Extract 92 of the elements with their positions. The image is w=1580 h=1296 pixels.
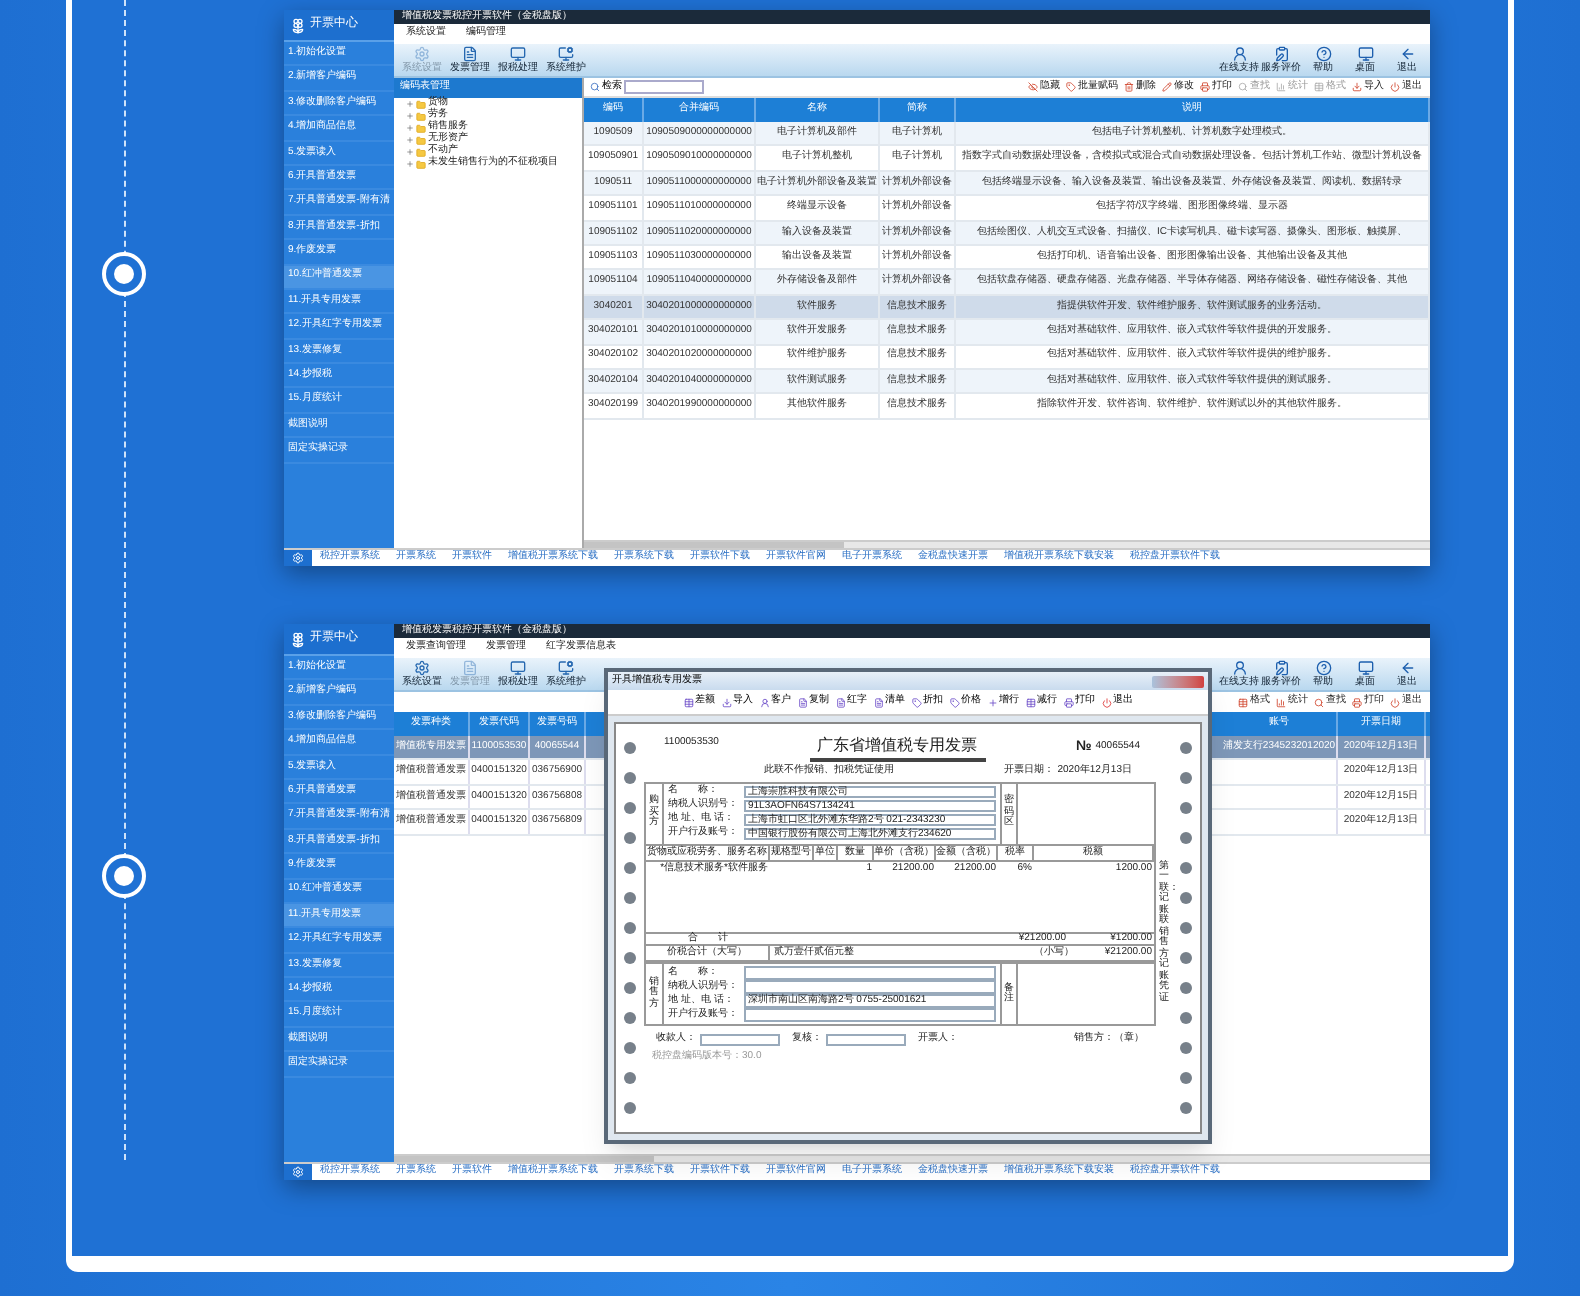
arrow-left-icon: [1399, 660, 1415, 676]
punch-hole-icon: [1180, 1072, 1192, 1085]
table-icon: [1314, 82, 1324, 92]
document-icon: [462, 46, 478, 62]
document-icon: [835, 697, 845, 707]
punch-hole-icon: [1180, 771, 1192, 784]
settings-icon[interactable]: [292, 1166, 304, 1178]
tag-icon: [949, 697, 959, 707]
monitor-icon: [510, 46, 526, 62]
logo-icon: [290, 17, 306, 33]
invoice-title: 广东省增值税专用发票: [809, 734, 986, 762]
gear-icon: [414, 660, 430, 676]
tag-icon: [1066, 82, 1076, 92]
person-icon: [759, 697, 769, 707]
table-icon: [683, 697, 693, 707]
person-icon: [1231, 660, 1247, 676]
punch-hole-icon: [624, 861, 636, 874]
input-field[interactable]: [700, 1033, 780, 1046]
punch-hole-icon: [1180, 1102, 1192, 1115]
punch-hole-icon: [624, 951, 636, 964]
plus-icon: [406, 148, 414, 156]
window-controls[interactable]: [1152, 675, 1204, 687]
document-icon: [797, 697, 807, 707]
bar-chart-icon: [1276, 697, 1286, 707]
monitor-icon: [1357, 660, 1373, 676]
plus-icon: [406, 124, 414, 132]
printer-icon: [1063, 697, 1073, 707]
trash-icon: [1124, 82, 1134, 92]
punch-hole-icon: [1180, 951, 1192, 964]
input-field[interactable]: [744, 980, 996, 994]
plus-icon: [406, 160, 414, 168]
person-icon: [1231, 46, 1247, 62]
input-field[interactable]: [744, 1008, 996, 1022]
punch-hole-icon: [624, 741, 636, 754]
plus-icon: [406, 136, 414, 144]
power-icon: [1101, 697, 1111, 707]
document-icon: [462, 660, 478, 676]
plus-icon: [987, 697, 997, 707]
punch-hole-icon: [624, 801, 636, 814]
punch-hole-icon: [1180, 831, 1192, 844]
punch-hole-icon: [624, 891, 636, 904]
punch-hole-icon: [1180, 982, 1192, 995]
punch-hole-icon: [1180, 861, 1192, 874]
punch-hole-icon: [624, 921, 636, 934]
download-icon: [721, 697, 731, 707]
clipboard-pen-icon: [1273, 660, 1289, 676]
bar-chart-icon: [1276, 82, 1286, 92]
printer-icon: [1352, 697, 1362, 707]
download-icon: [1352, 82, 1362, 92]
punch-hole-icon: [1180, 801, 1192, 814]
eye-off-icon: [1028, 82, 1038, 92]
search-field[interactable]: [624, 80, 704, 94]
help-icon: [1315, 660, 1331, 676]
punch-hole-icon: [1180, 891, 1192, 904]
timeline-marker-icon: [102, 854, 146, 898]
logo-icon: [290, 631, 306, 647]
monitor-gear-icon: [558, 46, 574, 62]
punch-hole-icon: [1180, 921, 1192, 934]
plus-icon: [406, 112, 414, 120]
input-field[interactable]: [826, 1033, 906, 1046]
search-icon: [590, 82, 600, 92]
printer-icon: [1200, 82, 1210, 92]
punch-hole-icon: [1180, 1012, 1192, 1025]
document-icon: [873, 697, 883, 707]
search-icon: [1238, 82, 1248, 92]
gear-icon: [414, 46, 430, 62]
power-icon: [1390, 82, 1400, 92]
punch-hole-icon: [624, 1042, 636, 1055]
input-field[interactable]: [744, 966, 996, 980]
punch-hole-icon: [1180, 741, 1192, 754]
plus-icon: [406, 100, 414, 108]
arrow-left-icon: [1399, 46, 1415, 62]
table-icon: [1025, 697, 1035, 707]
help-icon: [1315, 46, 1331, 62]
settings-icon[interactable]: [292, 552, 304, 564]
monitor-gear-icon: [558, 660, 574, 676]
punch-hole-icon: [624, 1012, 636, 1025]
punch-hole-icon: [624, 1072, 636, 1085]
monitor-icon: [1357, 46, 1373, 62]
pencil-icon: [1162, 82, 1172, 92]
search-icon: [1314, 697, 1324, 707]
punch-hole-icon: [624, 982, 636, 995]
timeline-marker-icon: [102, 252, 146, 296]
punch-hole-icon: [1180, 1042, 1192, 1055]
clipboard-pen-icon: [1273, 46, 1289, 62]
punch-hole-icon: [624, 1102, 636, 1115]
table-icon: [1238, 697, 1248, 707]
tag-icon: [911, 697, 921, 707]
punch-hole-icon: [624, 831, 636, 844]
monitor-icon: [510, 660, 526, 676]
punch-hole-icon: [624, 771, 636, 784]
power-icon: [1390, 697, 1400, 707]
